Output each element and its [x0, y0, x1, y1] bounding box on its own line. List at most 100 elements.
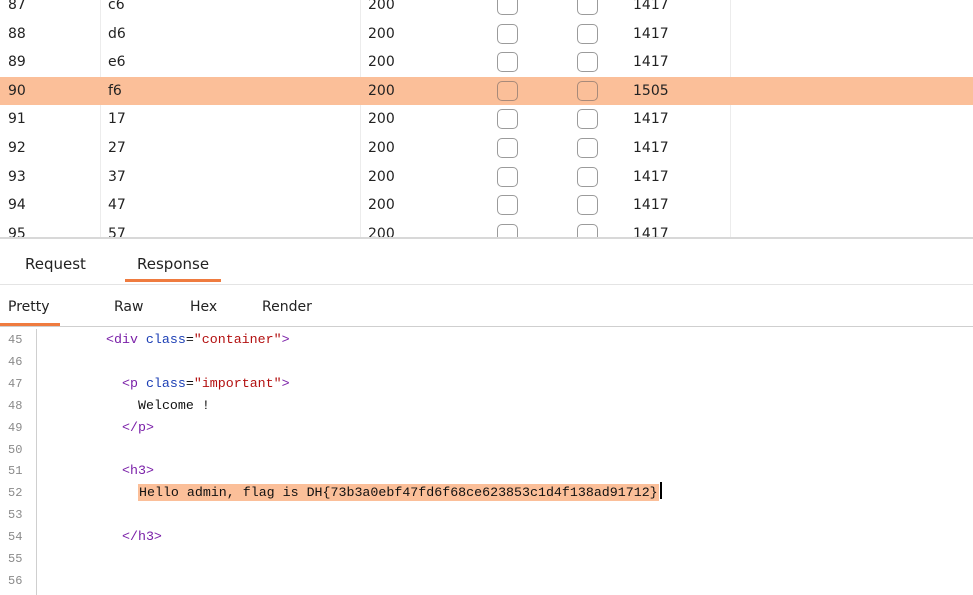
timeout-checkbox[interactable] [577, 52, 598, 73]
table-row[interactable]: 89 e6 200 1417 [0, 48, 973, 76]
line-number: 55 [8, 552, 23, 566]
timeout-checkbox[interactable] [577, 223, 598, 238]
timeout-checkbox[interactable] [577, 0, 598, 15]
table-row[interactable]: 87 c6 200 1417 [0, 0, 973, 19]
code-text: <h3> [122, 463, 154, 479]
line-number: 53 [8, 508, 23, 523]
code-line: 45 <div class="container"> [0, 329, 973, 351]
table-row[interactable]: 91 17 200 1417 [0, 105, 973, 133]
code-text: </p> [122, 419, 154, 435]
code-line: 55 [0, 548, 973, 570]
payload-cell: f6 [108, 82, 122, 99]
error-checkbox[interactable] [497, 0, 518, 15]
status-code-cell: 200 [368, 82, 395, 99]
request-index-cell: 95 [8, 225, 26, 238]
payload-cell: d6 [108, 25, 126, 42]
table-row[interactable]: 90 f6 200 1505 [0, 76, 973, 105]
code-line: 56 [0, 570, 973, 592]
error-checkbox[interactable] [497, 195, 518, 216]
timeout-checkbox[interactable] [577, 195, 598, 216]
code-text: <p class="important"> [122, 375, 290, 391]
tab-hex[interactable]: Hex [190, 288, 217, 326]
tab-pretty[interactable]: Pretty [0, 288, 59, 326]
length-cell: 1417 [633, 225, 669, 238]
divider [0, 284, 973, 285]
payload-cell: 37 [108, 168, 126, 185]
table-row[interactable]: 94 47 200 1417 [0, 191, 973, 219]
code-line: 46 [0, 351, 973, 373]
payload-cell: e6 [108, 54, 126, 71]
code-line: 54 </h3> [0, 526, 973, 548]
line-number: 49 [8, 420, 23, 435]
line-number: 50 [8, 442, 23, 457]
status-code-cell: 200 [368, 0, 395, 13]
payload-cell: c6 [108, 0, 125, 13]
line-number: 48 [8, 398, 23, 413]
status-code-cell: 200 [368, 168, 395, 185]
error-checkbox[interactable] [497, 23, 518, 44]
payload-cell: 17 [108, 111, 126, 128]
timeout-checkbox[interactable] [577, 138, 598, 158]
status-code-cell: 200 [368, 25, 395, 42]
code-text: </h3> [122, 529, 162, 545]
length-cell: 1417 [633, 168, 669, 185]
line-number: 46 [8, 354, 23, 369]
timeout-checkbox[interactable] [577, 166, 598, 187]
request-index-cell: 92 [8, 140, 26, 156]
line-number: 47 [8, 376, 23, 391]
message-tabs: Request Response [0, 245, 973, 285]
tab-response[interactable]: Response [124, 245, 222, 283]
view-tabs: Pretty Raw Hex Render [0, 288, 973, 328]
tab-request[interactable]: Request [25, 245, 86, 283]
tab-render[interactable]: Render [262, 288, 312, 326]
table-row[interactable]: 95 57 200 1417 [0, 220, 973, 238]
line-number: 56 [8, 573, 23, 588]
tab-raw[interactable]: Raw [114, 288, 143, 326]
line-number: 52 [8, 486, 23, 501]
length-cell: 1417 [633, 197, 669, 214]
status-code-cell: 200 [368, 111, 395, 128]
error-checkbox[interactable] [497, 223, 518, 238]
code-line: 49 </p> [0, 417, 973, 439]
line-number: 54 [8, 530, 23, 545]
length-cell: 1417 [633, 0, 669, 13]
request-index-cell: 88 [8, 25, 26, 42]
length-cell: 1417 [633, 54, 669, 71]
code-text: Welcome ! [138, 397, 210, 413]
line-number: 51 [8, 464, 23, 479]
table-row[interactable]: 93 37 200 1417 [0, 163, 973, 191]
code-line: 52 Hello admin, flag is DH{73b3a0ebf47fd6… [0, 482, 973, 504]
payload-cell: 27 [108, 140, 126, 156]
code-text: Hello admin, flag is DH{73b3a0ebf47fd6f6… [138, 482, 662, 504]
error-checkbox[interactable] [497, 138, 518, 158]
timeout-checkbox[interactable] [577, 23, 598, 44]
length-cell: 1417 [633, 25, 669, 42]
code-line: 53 [0, 504, 973, 526]
error-checkbox[interactable] [497, 166, 518, 187]
error-checkbox[interactable] [497, 109, 518, 130]
request-index-cell: 93 [8, 168, 26, 185]
request-index-cell: 91 [8, 111, 26, 128]
table-row[interactable]: 88 d6 200 1417 [0, 20, 973, 48]
request-index-cell: 90 [8, 82, 26, 99]
payload-cell: 47 [108, 197, 126, 214]
length-cell: 1417 [633, 111, 669, 128]
payload-cell: 57 [108, 225, 126, 238]
length-cell: 1417 [633, 140, 669, 156]
code-line: 48 Welcome ! [0, 395, 973, 417]
status-code-cell: 200 [368, 197, 395, 214]
timeout-checkbox[interactable] [577, 80, 598, 101]
status-code-cell: 200 [368, 54, 395, 71]
table-row[interactable]: 92 27 200 1417 [0, 134, 973, 162]
code-text: <div class="container"> [106, 332, 290, 347]
response-editor[interactable]: 45 <div class="container"> 46 47 <p class="i… [0, 329, 973, 595]
pane-splitter[interactable] [0, 237, 973, 239]
request-index-cell: 87 [8, 0, 26, 13]
length-cell: 1505 [633, 82, 669, 99]
request-index-cell: 89 [8, 54, 26, 71]
error-checkbox[interactable] [497, 52, 518, 73]
code-line: 50 [0, 439, 973, 461]
timeout-checkbox[interactable] [577, 109, 598, 130]
error-checkbox[interactable] [497, 80, 518, 101]
status-code-cell: 200 [368, 225, 395, 238]
